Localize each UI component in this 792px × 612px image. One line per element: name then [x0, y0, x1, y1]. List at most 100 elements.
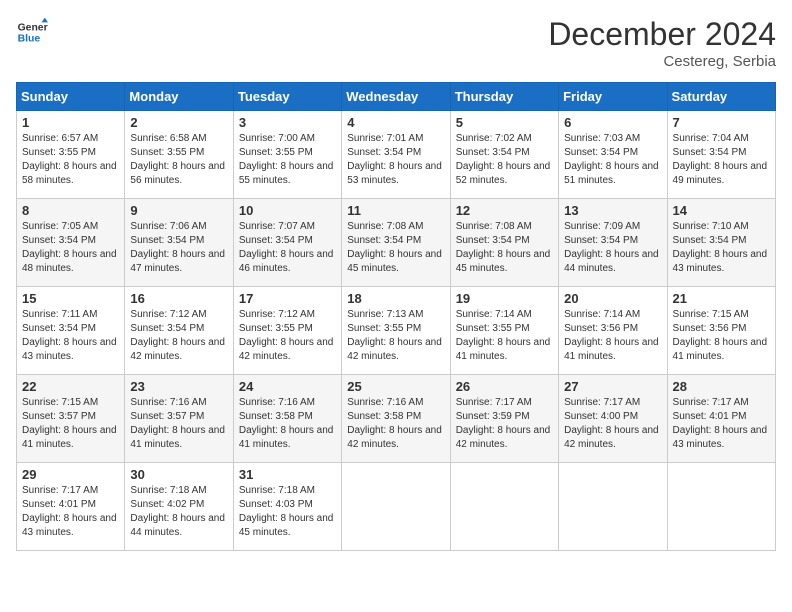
day-info: Sunrise: 7:03 AMSunset: 3:54 PMDaylight:… — [564, 132, 661, 188]
calendar-cell: 9Sunrise: 7:06 AMSunset: 3:54 PMDaylight… — [125, 199, 233, 287]
day-info: Sunrise: 7:09 AMSunset: 3:54 PMDaylight:… — [564, 220, 661, 276]
day-number: 27 — [564, 379, 661, 394]
day-info: Sunrise: 7:16 AMSunset: 3:58 PMDaylight:… — [239, 396, 336, 452]
day-number: 19 — [456, 291, 553, 306]
calendar-cell: 5Sunrise: 7:02 AMSunset: 3:54 PMDaylight… — [450, 111, 558, 199]
day-info: Sunrise: 7:14 AMSunset: 3:56 PMDaylight:… — [564, 308, 661, 364]
calendar-cell: 17 Sunrise: 7:12 AMSunset: 3:55 PMDayligh… — [233, 287, 341, 375]
col-wednesday: Wednesday — [342, 83, 450, 111]
day-info: Sunrise: 6:58 AMSunset: 3:55 PMDaylight:… — [130, 132, 227, 188]
calendar-week-row: 15 Sunrise: 7:11 AMSunset: 3:54 PMDayligh… — [17, 287, 776, 375]
svg-text:Blue: Blue — [18, 34, 41, 45]
day-number: 18 — [347, 291, 444, 306]
day-info: Sunrise: 7:10 AMSunset: 3:54 PMDaylight:… — [673, 220, 770, 276]
day-number: 21 — [673, 291, 770, 306]
day-number: 7 — [673, 115, 770, 130]
page-header: General Blue December 2024 Cestereg, Ser… — [16, 16, 776, 70]
day-info: Sunrise: 7:02 AMSunset: 3:54 PMDaylight:… — [456, 132, 553, 188]
calendar-cell: 8 Sunrise: 7:05 AMSunset: 3:54 PMDaylight… — [17, 199, 125, 287]
calendar-cell: 20Sunrise: 7:14 AMSunset: 3:56 PMDayligh… — [559, 287, 667, 375]
day-info: Sunrise: 7:12 AMSunset: 3:54 PMDaylight:… — [130, 308, 227, 364]
day-number: 15 — [22, 291, 119, 306]
day-info: Sunrise: 7:04 AMSunset: 3:54 PMDaylight:… — [673, 132, 770, 188]
day-info: Sunrise: 7:17 AMSunset: 4:00 PMDaylight:… — [564, 396, 661, 452]
calendar-week-row: 8 Sunrise: 7:05 AMSunset: 3:54 PMDaylight… — [17, 199, 776, 287]
day-info: Sunrise: 7:17 AMSunset: 4:01 PMDaylight:… — [673, 396, 770, 452]
logo-icon: General Blue — [16, 16, 48, 48]
day-info: Sunrise: 7:01 AMSunset: 3:54 PMDaylight:… — [347, 132, 444, 188]
calendar-cell: 24 Sunrise: 7:16 AMSunset: 3:58 PMDayligh… — [233, 375, 341, 463]
col-friday: Friday — [559, 83, 667, 111]
day-info: Sunrise: 7:15 AMSunset: 3:56 PMDaylight:… — [673, 308, 770, 364]
calendar-cell: 31Sunrise: 7:18 AMSunset: 4:03 PMDayligh… — [233, 463, 341, 551]
calendar-cell — [667, 463, 775, 551]
day-number: 29 — [22, 467, 119, 482]
calendar-cell: 12Sunrise: 7:08 AMSunset: 3:54 PMDayligh… — [450, 199, 558, 287]
calendar-cell: 21 Sunrise: 7:15 AMSunset: 3:56 PMDayligh… — [667, 287, 775, 375]
day-info: Sunrise: 7:08 AMSunset: 3:54 PMDaylight:… — [347, 220, 444, 276]
day-info: Sunrise: 7:18 AMSunset: 4:02 PMDaylight:… — [130, 484, 227, 540]
calendar-cell: 30Sunrise: 7:18 AMSunset: 4:02 PMDayligh… — [125, 463, 233, 551]
col-sunday: Sunday — [17, 83, 125, 111]
col-saturday: Saturday — [667, 83, 775, 111]
day-number: 14 — [673, 203, 770, 218]
day-number: 3 — [239, 115, 336, 130]
calendar-header-row: Sunday Monday Tuesday Wednesday Thursday… — [17, 83, 776, 111]
calendar-cell: 29 Sunrise: 7:17 AMSunset: 4:01 PMDayligh… — [17, 463, 125, 551]
calendar-cell — [342, 463, 450, 551]
day-number: 22 — [22, 379, 119, 394]
day-info: Sunrise: 7:16 AMSunset: 3:57 PMDaylight:… — [130, 396, 227, 452]
day-number: 10 — [239, 203, 336, 218]
calendar-cell: 22 Sunrise: 7:15 AMSunset: 3:57 PMDayligh… — [17, 375, 125, 463]
title-block: December 2024 Cestereg, Serbia — [548, 16, 776, 70]
calendar-week-row: 22 Sunrise: 7:15 AMSunset: 3:57 PMDayligh… — [17, 375, 776, 463]
day-number: 4 — [347, 115, 444, 130]
day-number: 1 — [22, 115, 119, 130]
calendar-cell: 4 Sunrise: 7:01 AMSunset: 3:54 PMDaylight… — [342, 111, 450, 199]
calendar-cell: 2Sunrise: 6:58 AMSunset: 3:55 PMDaylight… — [125, 111, 233, 199]
day-number: 8 — [22, 203, 119, 218]
day-number: 23 — [130, 379, 227, 394]
day-number: 16 — [130, 291, 227, 306]
day-number: 28 — [673, 379, 770, 394]
calendar-cell: 27 Sunrise: 7:17 AMSunset: 4:00 PMDayligh… — [559, 375, 667, 463]
calendar-cell: 26 Sunrise: 7:17 AMSunset: 3:59 PMDayligh… — [450, 375, 558, 463]
col-thursday: Thursday — [450, 83, 558, 111]
calendar-cell: 13 Sunrise: 7:09 AMSunset: 3:54 PMDayligh… — [559, 199, 667, 287]
day-number: 24 — [239, 379, 336, 394]
calendar-table: Sunday Monday Tuesday Wednesday Thursday… — [16, 82, 776, 551]
calendar-cell: 18 Sunrise: 7:13 AMSunset: 3:55 PMDayligh… — [342, 287, 450, 375]
calendar-cell: 14 Sunrise: 7:10 AMSunset: 3:54 PMDayligh… — [667, 199, 775, 287]
day-info: Sunrise: 7:13 AMSunset: 3:55 PMDaylight:… — [347, 308, 444, 364]
day-info: Sunrise: 7:17 AMSunset: 4:01 PMDaylight:… — [22, 484, 119, 540]
day-info: Sunrise: 7:15 AMSunset: 3:57 PMDaylight:… — [22, 396, 119, 452]
day-number: 6 — [564, 115, 661, 130]
col-tuesday: Tuesday — [233, 83, 341, 111]
location: Cestereg, Serbia — [548, 53, 776, 70]
day-info: Sunrise: 7:17 AMSunset: 3:59 PMDaylight:… — [456, 396, 553, 452]
calendar-cell: 11 Sunrise: 7:08 AMSunset: 3:54 PMDayligh… — [342, 199, 450, 287]
calendar-cell: 23 Sunrise: 7:16 AMSunset: 3:57 PMDayligh… — [125, 375, 233, 463]
calendar-cell: 6 Sunrise: 7:03 AMSunset: 3:54 PMDaylight… — [559, 111, 667, 199]
day-number: 9 — [130, 203, 227, 218]
calendar-cell: 10 Sunrise: 7:07 AMSunset: 3:54 PMDayligh… — [233, 199, 341, 287]
day-number: 11 — [347, 203, 444, 218]
calendar-cell — [450, 463, 558, 551]
calendar-cell: 16 Sunrise: 7:12 AMSunset: 3:54 PMDayligh… — [125, 287, 233, 375]
calendar-cell: 7 Sunrise: 7:04 AMSunset: 3:54 PMDaylight… — [667, 111, 775, 199]
calendar-cell: 3 Sunrise: 7:00 AMSunset: 3:55 PMDaylight… — [233, 111, 341, 199]
calendar-cell: 28 Sunrise: 7:17 AMSunset: 4:01 PMDayligh… — [667, 375, 775, 463]
day-info: Sunrise: 7:07 AMSunset: 3:54 PMDaylight:… — [239, 220, 336, 276]
calendar-week-row: 29 Sunrise: 7:17 AMSunset: 4:01 PMDayligh… — [17, 463, 776, 551]
calendar-cell: 25Sunrise: 7:16 AMSunset: 3:58 PMDayligh… — [342, 375, 450, 463]
day-info: Sunrise: 7:00 AMSunset: 3:55 PMDaylight:… — [239, 132, 336, 188]
day-number: 17 — [239, 291, 336, 306]
day-info: Sunrise: 7:12 AMSunset: 3:55 PMDaylight:… — [239, 308, 336, 364]
day-number: 26 — [456, 379, 553, 394]
calendar-cell: 15 Sunrise: 7:11 AMSunset: 3:54 PMDayligh… — [17, 287, 125, 375]
day-info: Sunrise: 6:57 AMSunset: 3:55 PMDaylight:… — [22, 132, 119, 188]
day-info: Sunrise: 7:05 AMSunset: 3:54 PMDaylight:… — [22, 220, 119, 276]
day-number: 13 — [564, 203, 661, 218]
month-title: December 2024 — [548, 16, 776, 53]
day-info: Sunrise: 7:11 AMSunset: 3:54 PMDaylight:… — [22, 308, 119, 364]
